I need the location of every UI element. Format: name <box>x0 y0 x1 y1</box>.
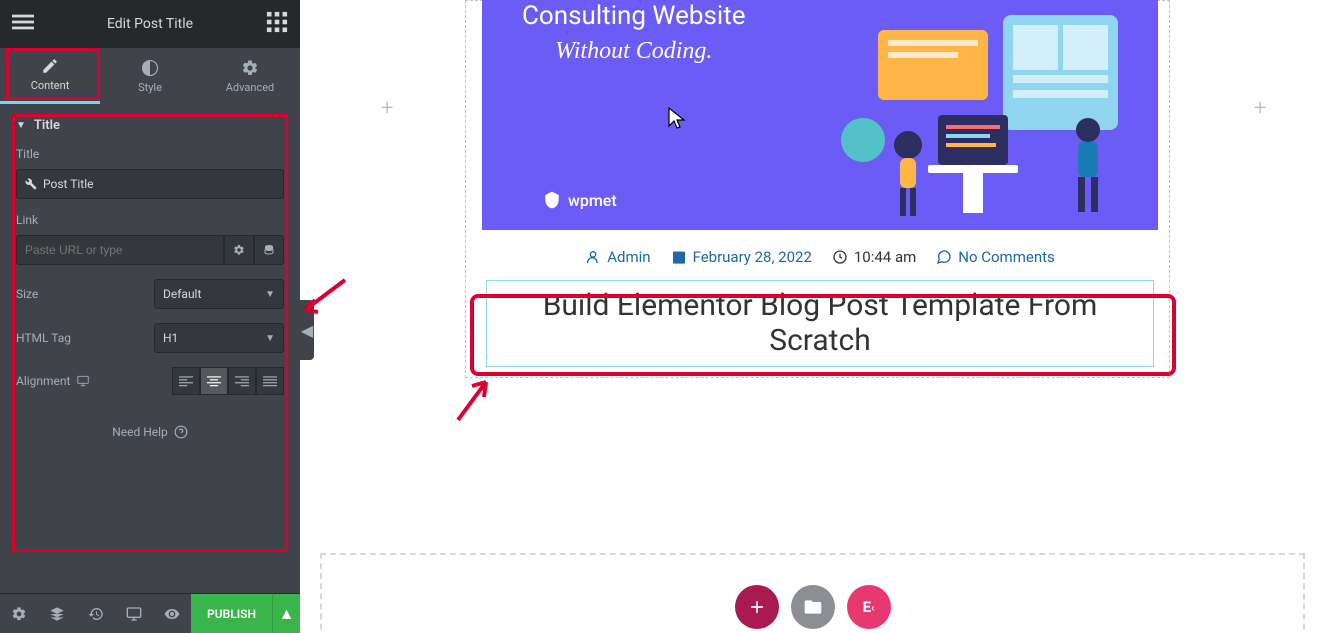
align-left-button[interactable] <box>172 367 200 395</box>
html-tag-select[interactable]: H1 ▼ <box>154 323 284 353</box>
wrench-icon <box>25 178 37 190</box>
navigator-footer-button[interactable] <box>38 594 76 633</box>
field-html-label: HTML Tag <box>16 331 71 345</box>
size-select[interactable]: Default ▼ <box>154 279 284 309</box>
pencil-icon <box>41 57 59 75</box>
gear-icon <box>241 59 259 77</box>
eye-icon <box>164 606 180 622</box>
field-title: Title Post Title <box>16 147 284 199</box>
publish-options-button[interactable]: ▲ <box>272 594 300 633</box>
link-input[interactable] <box>16 235 224 265</box>
meta-date[interactable]: February 28, 2022 <box>671 248 812 266</box>
field-alignment: Alignment <box>16 367 284 395</box>
apps-grid-icon[interactable] <box>266 11 288 37</box>
field-align-label: Alignment <box>16 374 90 388</box>
help-icon <box>174 425 188 439</box>
layers-icon <box>49 606 65 622</box>
align-right-icon <box>235 374 249 388</box>
history-footer-button[interactable] <box>76 594 114 633</box>
hero-line2: Without Coding. <box>522 38 746 65</box>
alignment-group <box>172 367 284 395</box>
align-center-button[interactable] <box>200 367 228 395</box>
tab-advanced-label: Advanced <box>226 81 274 94</box>
align-right-button[interactable] <box>228 367 256 395</box>
hero-illustration <box>828 0 1138 230</box>
field-size-label: Size <box>16 287 38 301</box>
post-meta-row: Admin February 28, 2022 10:44 am No Comm… <box>482 230 1158 280</box>
gear-icon <box>11 606 27 622</box>
settings-footer-button[interactable] <box>0 594 38 633</box>
responsive-footer-button[interactable] <box>115 594 153 633</box>
title-value: Post Title <box>43 177 93 191</box>
field-title-label: Title <box>16 147 284 161</box>
meta-comments[interactable]: No Comments <box>936 248 1055 266</box>
add-column-right[interactable]: + <box>1254 96 1266 121</box>
html-tag-value: H1 <box>163 331 178 345</box>
post-title-widget[interactable]: Build Elementor Blog Post Template From … <box>486 280 1154 367</box>
preview-footer-button[interactable] <box>153 594 191 633</box>
hero-brand: wpmet <box>542 190 617 210</box>
section-title: ▼ Title Title Post Title Link S <box>0 104 300 409</box>
user-icon <box>585 249 601 265</box>
editor-panel: Edit Post Title Content Style Advanced ▼… <box>0 0 300 633</box>
tab-style[interactable]: Style <box>100 48 200 104</box>
database-icon <box>263 244 275 256</box>
meta-author[interactable]: Admin <box>585 248 650 266</box>
chevron-down-icon: ▼ <box>265 289 275 300</box>
publish-button[interactable]: PUBLISH <box>191 594 272 633</box>
hamburger-icon[interactable] <box>12 11 34 37</box>
panel-footer: PUBLISH ▲ <box>0 593 300 633</box>
align-left-icon <box>179 374 193 388</box>
help-link[interactable]: Need Help <box>0 409 300 455</box>
panel-tabs: Content Style Advanced <box>0 48 300 104</box>
field-link: Link <box>16 213 284 265</box>
comment-icon <box>936 249 952 265</box>
size-value: Default <box>163 287 201 301</box>
chevron-down-icon: ▼ <box>265 333 275 344</box>
panel-collapse-handle[interactable]: ◀ <box>300 300 314 360</box>
add-section-button[interactable] <box>735 585 779 629</box>
field-size: Size Default ▼ <box>16 279 284 309</box>
editor-canvas: + + Consulting Website Without Coding. w… <box>300 0 1325 633</box>
plus-icon <box>747 597 767 617</box>
section-header-title[interactable]: ▼ Title <box>16 104 284 147</box>
align-justify-button[interactable] <box>256 367 284 395</box>
post-title-text: Build Elementor Blog Post Template From … <box>507 289 1133 358</box>
add-template-button[interactable] <box>791 585 835 629</box>
tab-content[interactable]: Content <box>0 48 100 104</box>
tab-content-label: Content <box>31 79 70 92</box>
elementskit-button[interactable]: E‹ <box>847 585 891 629</box>
annotation-arrow-title <box>448 370 498 425</box>
ek-icon: E <box>863 598 871 616</box>
clock-icon <box>832 249 848 265</box>
gear-icon <box>233 244 245 256</box>
align-center-icon <box>207 374 221 388</box>
title-dynamic-input[interactable]: Post Title <box>16 169 284 199</box>
section-title-label: Title <box>34 118 60 133</box>
history-icon <box>88 606 104 622</box>
link-dynamic-button[interactable] <box>254 235 284 265</box>
contrast-icon <box>141 59 159 77</box>
link-options-button[interactable] <box>224 235 254 265</box>
tab-advanced[interactable]: Advanced <box>200 48 300 104</box>
field-link-label: Link <box>16 213 284 227</box>
field-html-tag: HTML Tag H1 ▼ <box>16 323 284 353</box>
add-section-area: E‹ Drag widget here <box>320 553 1305 633</box>
meta-time: 10:44 am <box>832 248 916 266</box>
hero-image: Consulting Website Without Coding. wpmet <box>482 0 1158 230</box>
calendar-icon <box>671 249 687 265</box>
folder-icon <box>803 597 823 617</box>
wpmet-logo-icon <box>542 190 562 210</box>
hero-line1: Consulting Website <box>522 0 746 34</box>
desktop-icon <box>76 374 90 388</box>
responsive-icon <box>126 606 142 622</box>
tab-style-label: Style <box>138 81 162 94</box>
panel-title: Edit Post Title <box>34 16 266 32</box>
align-justify-icon <box>263 374 277 388</box>
add-column-left[interactable]: + <box>381 96 393 121</box>
caret-down-icon: ▼ <box>16 120 26 131</box>
panel-header: Edit Post Title <box>0 0 300 48</box>
